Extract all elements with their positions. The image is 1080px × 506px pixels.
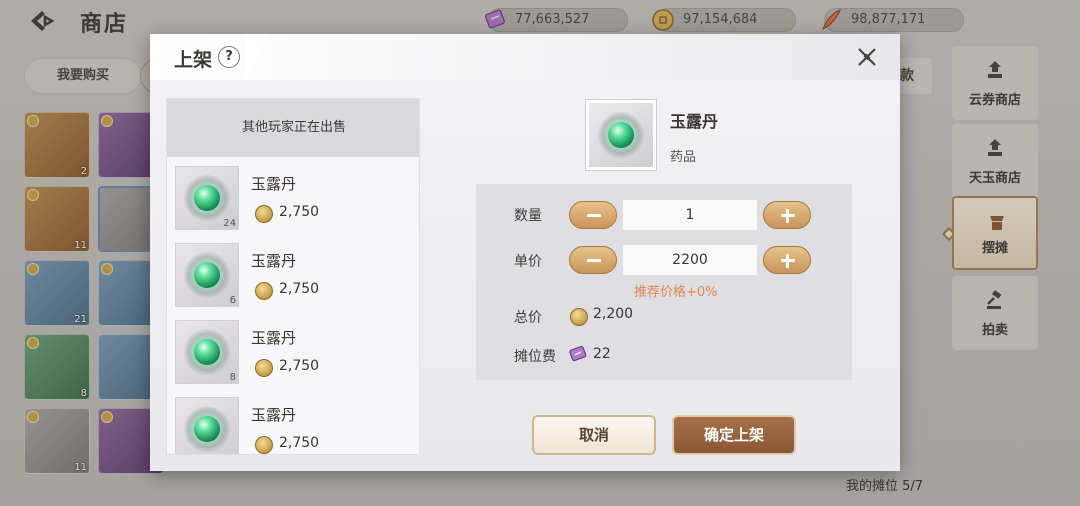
item-name: 玉露丹 <box>251 252 297 270</box>
price-decrease-button[interactable] <box>569 246 617 274</box>
item-count: 8 <box>229 372 236 383</box>
copper-coin-icon <box>255 282 273 300</box>
list-item[interactable]: 玉露丹 2,750 <box>167 388 419 454</box>
list-item-dialog: 上架 ? 其他玩家正在出售 24 玉露丹 2,750 6 玉露丹 2,750 8… <box>150 34 900 471</box>
item-name: 玉露丹 <box>251 406 297 424</box>
unit-price-label: 单价 <box>514 254 542 270</box>
plus-icon-bar <box>786 254 789 268</box>
copper-coin-icon <box>570 308 588 326</box>
selected-item-thumbnail <box>586 100 656 170</box>
confirm-listing-button[interactable]: 确定上架 <box>672 415 796 455</box>
price-value: 2,750 <box>279 358 320 374</box>
item-thumbnail: 24 <box>175 166 239 230</box>
list-item[interactable]: 6 玉露丹 2,750 <box>167 234 419 311</box>
dialog-header-accent <box>246 34 268 80</box>
suggested-price-hint: 推荐价格+0% <box>634 285 718 300</box>
selected-item-name: 玉露丹 <box>670 112 719 131</box>
copper-coin-icon <box>255 205 273 223</box>
dialog-title: 上架 <box>174 49 213 71</box>
item-count: 24 <box>223 218 236 229</box>
jade-pill-icon <box>608 122 634 148</box>
help-button[interactable]: ? <box>218 46 240 68</box>
other-sellers-list[interactable]: 其他玩家正在出售 24 玉露丹 2,750 6 玉露丹 2,750 8 玉露丹 … <box>166 98 420 455</box>
selected-item-category: 药品 <box>670 150 697 165</box>
close-icon[interactable] <box>856 46 878 68</box>
list-item[interactable]: 24 玉露丹 2,750 <box>167 157 419 234</box>
plus-icon-bar <box>786 209 789 223</box>
cancel-button[interactable]: 取消 <box>532 415 656 455</box>
quantity-field[interactable] <box>623 200 757 230</box>
jade-pill-icon <box>194 339 220 365</box>
cloud-voucher-icon <box>569 345 587 362</box>
price-increase-button[interactable] <box>763 246 811 274</box>
item-name: 玉露丹 <box>251 329 297 347</box>
total-price-value: 2,200 <box>593 306 634 322</box>
stall-fee-label: 摊位费 <box>514 349 556 365</box>
item-thumbnail <box>175 397 239 454</box>
jade-pill-icon <box>194 416 220 442</box>
minus-icon <box>587 259 601 262</box>
quantity-label: 数量 <box>514 208 542 224</box>
item-thumbnail: 8 <box>175 320 239 384</box>
price-value: 2,750 <box>279 204 320 220</box>
price-value: 2,750 <box>279 435 320 451</box>
list-item[interactable]: 8 玉露丹 2,750 <box>167 311 419 388</box>
price-value: 2,750 <box>279 281 320 297</box>
list-header: 其他玩家正在出售 <box>167 99 419 157</box>
quantity-increase-button[interactable] <box>763 201 811 229</box>
minus-icon <box>587 214 601 217</box>
item-thumbnail: 6 <box>175 243 239 307</box>
item-count: 6 <box>229 295 236 306</box>
item-name: 玉露丹 <box>251 175 297 193</box>
quantity-decrease-button[interactable] <box>569 201 617 229</box>
copper-coin-icon <box>255 359 273 377</box>
jade-pill-icon <box>194 185 220 211</box>
stall-fee-value: 22 <box>593 346 611 362</box>
total-price-label: 总价 <box>514 310 542 326</box>
unit-price-field[interactable] <box>623 245 757 275</box>
jade-pill-icon <box>194 262 220 288</box>
copper-coin-icon <box>255 436 273 454</box>
